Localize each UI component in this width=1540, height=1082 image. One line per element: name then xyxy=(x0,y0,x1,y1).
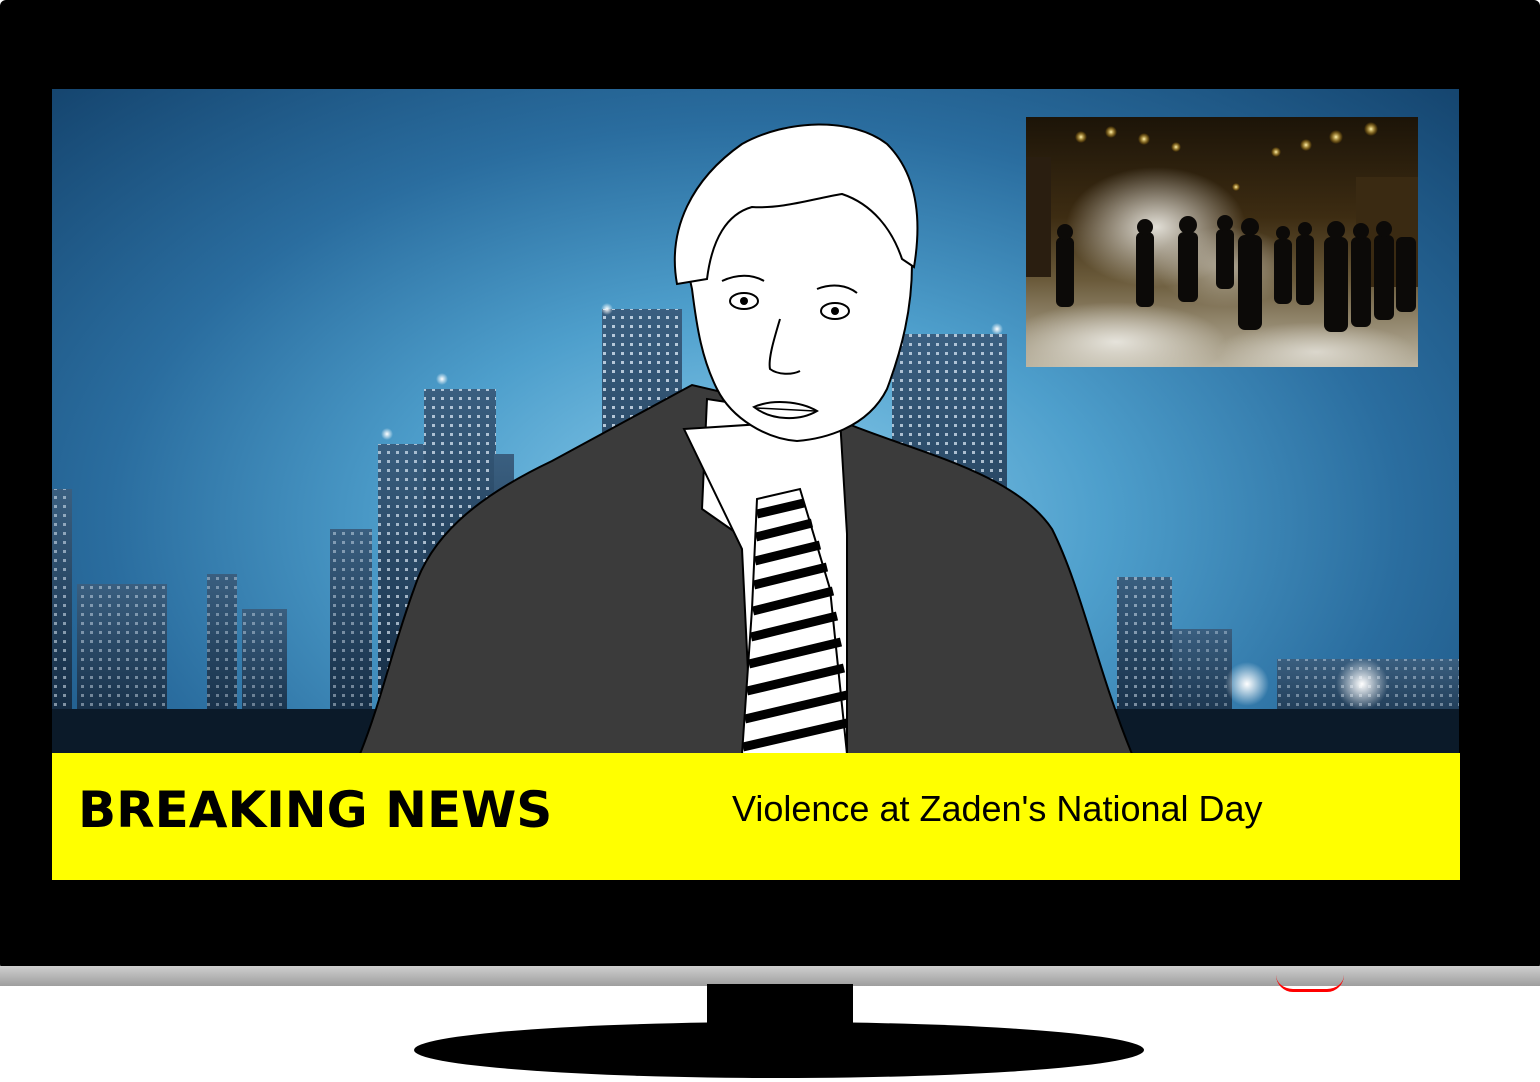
ticker-headline: Violence at Zaden's National Day xyxy=(732,788,1263,829)
breaking-news-ticker: BREAKING NEWS Violence at Zaden's Nation… xyxy=(52,753,1460,880)
tv-stand-base xyxy=(414,1022,1144,1078)
light-flare xyxy=(1336,658,1388,710)
light-flare xyxy=(1225,662,1269,706)
power-indicator-icon xyxy=(1276,975,1344,992)
tv-screen xyxy=(52,89,1459,754)
inset-riot-photo xyxy=(1026,117,1418,367)
ticker-label: BREAKING NEWS xyxy=(78,781,553,839)
